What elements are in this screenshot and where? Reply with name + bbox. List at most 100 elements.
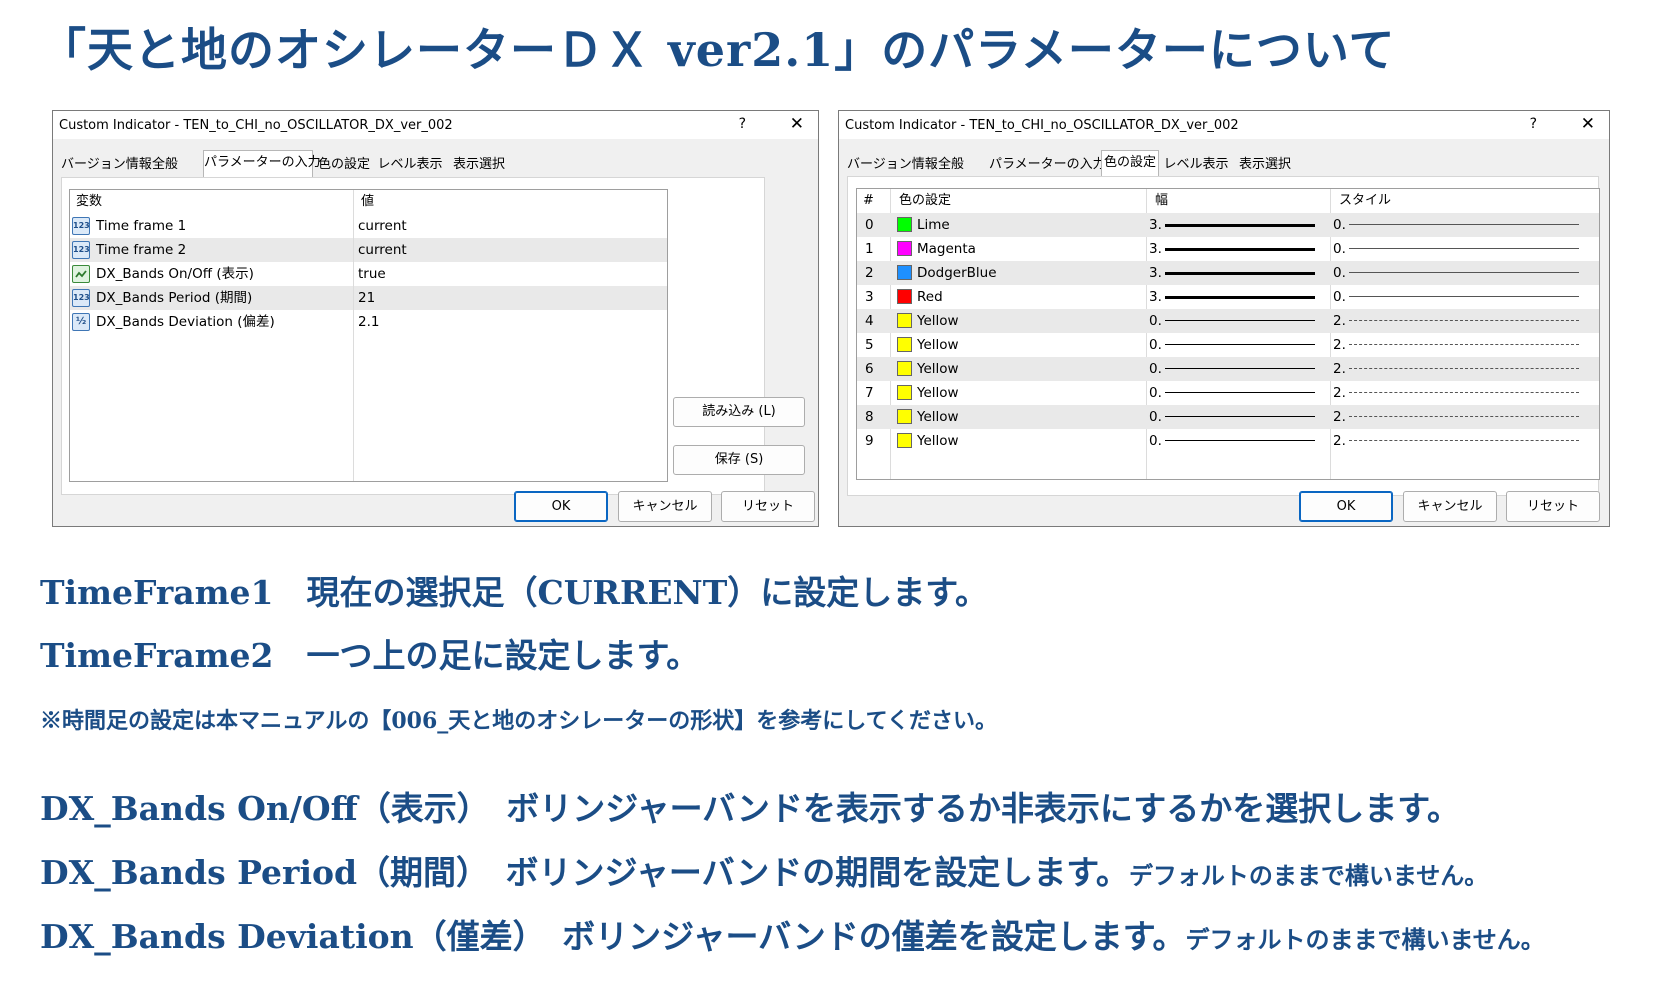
line-style-selector[interactable]: 0. bbox=[1333, 285, 1583, 309]
tab-visualization[interactable]: 表示選択 bbox=[447, 153, 511, 177]
table-row[interactable]: 7 Yellow 0. 2. bbox=[857, 381, 1599, 405]
table-row[interactable]: 5 Yellow 0. 2. bbox=[857, 333, 1599, 357]
color-picker-cell[interactable]: Yellow bbox=[893, 405, 1143, 429]
param-value[interactable]: 21 bbox=[358, 286, 375, 310]
color-picker-cell[interactable]: DodgerBlue bbox=[893, 261, 1143, 285]
table-row[interactable]: 2 DodgerBlue 3. 0. bbox=[857, 261, 1599, 285]
color-swatch bbox=[897, 241, 912, 256]
line-style-preview bbox=[1349, 392, 1579, 393]
column-header-variable: 変数 bbox=[76, 194, 103, 209]
tab-levels[interactable]: レベル表示 bbox=[377, 153, 443, 177]
table-row[interactable]: DX_Bands On/Off (表示) true bbox=[70, 262, 667, 286]
custom-indicator-dialog-parameters: Custom Indicator - TEN_to_CHI_no_OSCILLA… bbox=[52, 110, 819, 527]
line-width-selector[interactable]: 3. bbox=[1149, 237, 1319, 261]
table-row[interactable]: 1 Magenta 3. 0. bbox=[857, 237, 1599, 261]
line-style-preview bbox=[1349, 368, 1579, 369]
line-style-selector[interactable]: 0. bbox=[1333, 213, 1583, 237]
column-header-style: スタイル bbox=[1339, 193, 1392, 208]
tab-parameters[interactable]: パラメーターの入力 bbox=[989, 153, 1106, 177]
save-button[interactable]: 保存 (S) bbox=[673, 445, 805, 475]
ok-button[interactable]: OK bbox=[1299, 491, 1393, 522]
color-picker-cell[interactable]: Yellow bbox=[893, 429, 1143, 453]
line-width-selector[interactable]: 3. bbox=[1149, 261, 1319, 285]
line-style-value: 2. bbox=[1333, 409, 1346, 425]
tab-colors[interactable]: 色の設定 bbox=[315, 153, 373, 177]
color-picker-cell[interactable]: Lime bbox=[893, 213, 1143, 237]
tab-general[interactable]: 全般 bbox=[933, 153, 969, 177]
line-width-value: 3. bbox=[1149, 241, 1162, 257]
color-swatch bbox=[897, 361, 912, 376]
line-style-selector[interactable]: 2. bbox=[1333, 405, 1583, 429]
line-width-preview bbox=[1165, 248, 1315, 251]
tab-version-info[interactable]: バージョン情報 bbox=[61, 153, 152, 177]
row-index: 1 bbox=[865, 241, 874, 257]
table-row[interactable]: 123 DX_Bands Period (期間) 21 bbox=[70, 286, 667, 310]
tab-visualization[interactable]: 表示選択 bbox=[1233, 153, 1297, 177]
param-value[interactable]: true bbox=[358, 262, 386, 286]
color-picker-cell[interactable]: Yellow bbox=[893, 333, 1143, 357]
line-width-selector[interactable]: 3. bbox=[1149, 285, 1319, 309]
color-picker-cell[interactable]: Yellow bbox=[893, 381, 1143, 405]
line-width-selector[interactable]: 0. bbox=[1149, 405, 1319, 429]
help-button[interactable]: ? bbox=[739, 116, 746, 132]
help-button[interactable]: ? bbox=[1530, 116, 1537, 132]
color-swatch bbox=[897, 313, 912, 328]
close-icon[interactable]: ✕ bbox=[1581, 114, 1595, 134]
cancel-button[interactable]: キャンセル bbox=[618, 491, 712, 522]
line-width-selector[interactable]: 0. bbox=[1149, 333, 1319, 357]
table-row[interactable]: 6 Yellow 0. 2. bbox=[857, 357, 1599, 381]
reset-button[interactable]: リセット bbox=[1506, 491, 1600, 522]
parameter-grid: 変数 値 123 Time frame 1 current 123 Time f… bbox=[69, 189, 668, 482]
line-width-preview bbox=[1165, 272, 1315, 275]
table-row[interactable]: 123 Time frame 2 current bbox=[70, 238, 667, 262]
tab-colors[interactable]: 色の設定 bbox=[1101, 150, 1159, 177]
table-row[interactable]: 9 Yellow 0. 2. bbox=[857, 429, 1599, 453]
line-style-selector[interactable]: 2. bbox=[1333, 357, 1583, 381]
line-style-selector[interactable]: 0. bbox=[1333, 261, 1583, 285]
tab-parameters[interactable]: パラメーターの入力 bbox=[203, 150, 321, 177]
line-width-selector[interactable]: 0. bbox=[1149, 429, 1319, 453]
tab-general[interactable]: 全般 bbox=[147, 153, 183, 177]
line-width-selector[interactable]: 0. bbox=[1149, 309, 1319, 333]
param-value[interactable]: current bbox=[358, 238, 407, 262]
table-row[interactable]: 123 Time frame 1 current bbox=[70, 214, 667, 238]
color-picker-cell[interactable]: Yellow bbox=[893, 357, 1143, 381]
color-name: Magenta bbox=[917, 241, 976, 257]
line-width-selector[interactable]: 0. bbox=[1149, 381, 1319, 405]
table-row[interactable]: 8 Yellow 0. 2. bbox=[857, 405, 1599, 429]
color-picker-cell[interactable]: Magenta bbox=[893, 237, 1143, 261]
param-value[interactable]: 2.1 bbox=[358, 310, 379, 334]
table-row[interactable]: 3 Red 3. 0. bbox=[857, 285, 1599, 309]
line-width-preview bbox=[1165, 440, 1315, 441]
color-picker-cell[interactable]: Red bbox=[893, 285, 1143, 309]
table-row[interactable]: ½ DX_Bands Deviation (偏差) 2.1 bbox=[70, 310, 667, 334]
line-width-selector[interactable]: 0. bbox=[1149, 357, 1319, 381]
ok-button[interactable]: OK bbox=[514, 491, 608, 522]
close-icon[interactable]: ✕ bbox=[790, 114, 804, 134]
table-row[interactable]: 4 Yellow 0. 2. bbox=[857, 309, 1599, 333]
table-row[interactable]: 0 Lime 3. 0. bbox=[857, 213, 1599, 237]
color-name: Yellow bbox=[917, 409, 959, 425]
load-button[interactable]: 読み込み (L) bbox=[673, 397, 805, 427]
color-picker-cell[interactable]: Yellow bbox=[893, 309, 1143, 333]
line-width-value: 0. bbox=[1149, 313, 1162, 329]
row-index: 8 bbox=[865, 409, 874, 425]
line-width-selector[interactable]: 3. bbox=[1149, 213, 1319, 237]
line-style-preview bbox=[1349, 416, 1579, 417]
param-value[interactable]: current bbox=[358, 214, 407, 238]
bands-deviation-text: DX_Bands Deviation（僅差） ボリンジャーバンドの僅差を設定しま… bbox=[40, 917, 1186, 956]
line-style-value: 2. bbox=[1333, 337, 1346, 353]
line-style-selector[interactable]: 2. bbox=[1333, 429, 1583, 453]
cancel-button[interactable]: キャンセル bbox=[1403, 491, 1497, 522]
reset-button[interactable]: リセット bbox=[721, 491, 815, 522]
line-style-selector[interactable]: 0. bbox=[1333, 237, 1583, 261]
line-width-preview bbox=[1165, 368, 1315, 369]
tab-levels[interactable]: レベル表示 bbox=[1163, 153, 1229, 177]
line-style-selector[interactable]: 2. bbox=[1333, 309, 1583, 333]
line-width-value: 0. bbox=[1149, 409, 1162, 425]
integer-param-icon: 123 bbox=[72, 289, 90, 307]
line-style-selector[interactable]: 2. bbox=[1333, 381, 1583, 405]
tab-version-info[interactable]: バージョン情報 bbox=[847, 153, 938, 177]
row-index: 5 bbox=[865, 337, 874, 353]
line-style-selector[interactable]: 2. bbox=[1333, 333, 1583, 357]
